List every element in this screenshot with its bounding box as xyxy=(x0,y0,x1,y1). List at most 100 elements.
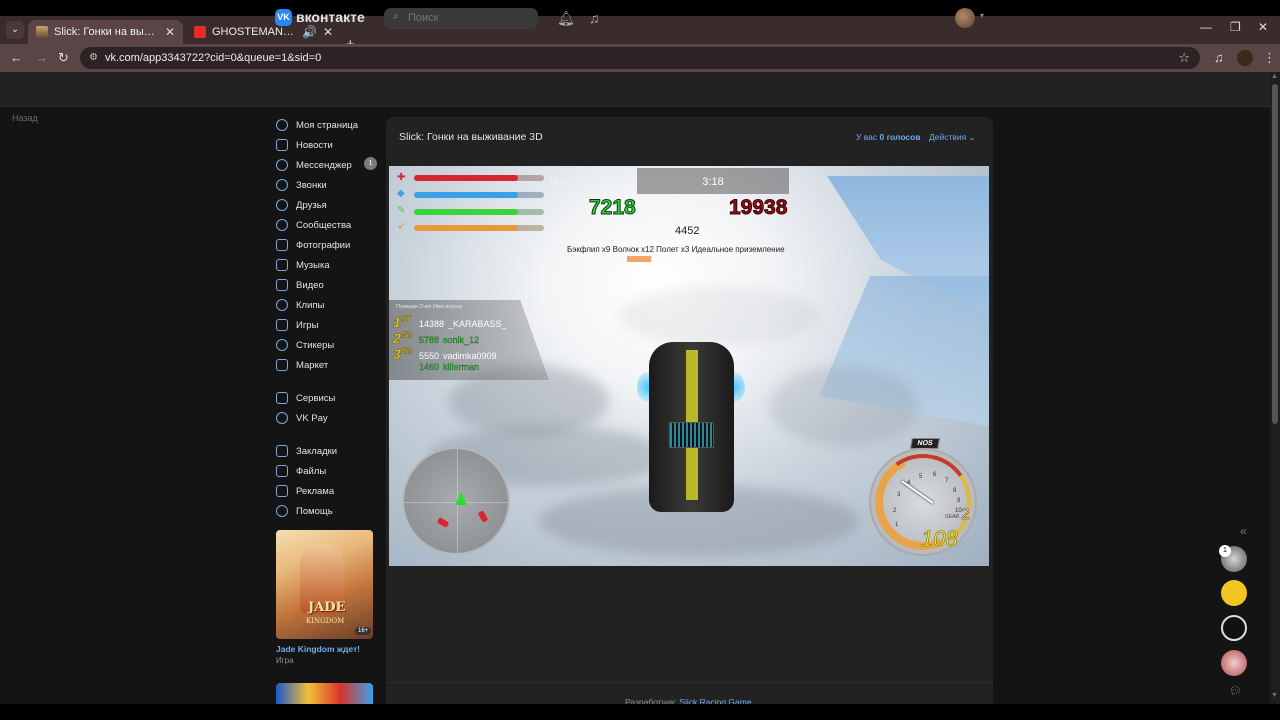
browser-toolbar: ← → ↻ ⚙ vk.com/app3343722?cid=0&queue=1&… xyxy=(0,44,1280,72)
health-bar-fill xyxy=(414,175,518,181)
screen: ⌄ Slick: Гонки на выживание 3D ✕ GHOSTEM… xyxy=(0,0,1280,720)
search-input[interactable] xyxy=(384,8,538,29)
scroll-down-icon[interactable]: ▼ xyxy=(1271,692,1278,699)
menu-item-games[interactable]: Игры xyxy=(276,316,380,334)
minimize-icon[interactable]: — xyxy=(1200,20,1212,34)
actions-dropdown[interactable]: Действия ⌄ xyxy=(929,132,976,143)
leaderboard-row: 1ST 14388 _KARABASS_ xyxy=(393,314,507,331)
media-control-icon[interactable]: ♫ xyxy=(1214,50,1224,65)
menu-item-vkpay[interactable]: VK Pay xyxy=(276,409,380,427)
url-text: vk.com/app3343722?cid=0&queue=1&sid=0 xyxy=(105,52,322,64)
vk-brand[interactable]: вконтакте xyxy=(296,9,365,25)
gamepad-icon xyxy=(276,319,288,331)
menu-item-label: Сообщества xyxy=(296,219,352,231)
health-cross-icon: ✚ xyxy=(397,172,406,183)
votes-prefix: У вас xyxy=(856,132,880,142)
menu-item-video[interactable]: Видео xyxy=(276,276,380,294)
site-info-icon[interactable]: ⚙ xyxy=(89,47,98,69)
menu-item-friends[interactable]: Друзья xyxy=(276,196,380,214)
menu-item-services[interactable]: Сервисы xyxy=(276,389,380,407)
speed-value: 108 xyxy=(921,526,958,552)
menu-item-ads[interactable]: Реклама xyxy=(276,482,380,500)
menu-item-label: Реклама xyxy=(296,485,335,497)
game-canvas[interactable]: ✚ ◆ ✎ ➶ 18pm 3:18 7218 19938 4452 Бэкфли… xyxy=(389,166,989,566)
menu-item-my-page[interactable]: Моя страница xyxy=(276,116,380,134)
shopping-bag-icon xyxy=(276,359,288,371)
ad-banner-jade-kingdom[interactable]: JADE KINGDOM 16+ xyxy=(276,530,373,639)
bookmark-star-icon[interactable]: ☆ xyxy=(1178,47,1190,69)
browser-menu-icon[interactable]: ⋮ xyxy=(1263,50,1276,66)
vk-logo-icon[interactable]: VK xyxy=(275,9,292,26)
leaderboard-row: 2ND 5788 sonik_12 xyxy=(393,330,479,347)
tricks-text: Бэкфлип x9 Волчок x12 Полет x3 Идеальное… xyxy=(567,245,785,254)
restore-icon[interactable]: ❐ xyxy=(1230,20,1241,34)
chat-avatar[interactable] xyxy=(1221,615,1247,641)
communities-icon xyxy=(276,219,288,231)
back-link[interactable]: Назад xyxy=(12,113,38,123)
menu-item-stickers[interactable]: Стикеры xyxy=(276,336,380,354)
dial-number: 6 xyxy=(933,472,937,478)
menu-item-label: Клипы xyxy=(296,299,325,311)
menu-item-label: Звонки xyxy=(296,179,327,191)
leaderboard-score: 5550 xyxy=(419,351,440,361)
tab-active[interactable]: Slick: Гонки на выживание 3D ✕ xyxy=(28,20,183,44)
scrollbar-thumb[interactable] xyxy=(1272,84,1278,424)
avatar[interactable] xyxy=(955,8,975,28)
collapse-chevrons-icon[interactable]: « xyxy=(1240,524,1247,538)
close-icon[interactable]: ✕ xyxy=(165,25,175,39)
vkpay-icon xyxy=(276,412,288,424)
letterbox-bottom xyxy=(0,704,1280,720)
news-icon xyxy=(276,139,288,151)
letterbox-top xyxy=(0,0,1280,16)
menu-item-photos[interactable]: Фотографии xyxy=(276,236,380,254)
menu-item-help[interactable]: Помощь xyxy=(276,502,380,520)
bell-icon[interactable]: 🔔︎ xyxy=(557,10,575,27)
menu-item-communities[interactable]: Сообщества xyxy=(276,216,380,234)
leaderboard-row: 3RD 5550 vadimka0909 xyxy=(393,346,497,363)
window-close-icon[interactable]: ✕ xyxy=(1258,20,1268,34)
profile-avatar-icon[interactable] xyxy=(1237,50,1253,66)
reload-icon[interactable]: ↻ xyxy=(58,50,69,66)
messenger-unread-badge: 1 xyxy=(364,157,377,170)
score-green: 7218 xyxy=(589,196,637,220)
chevron-down-icon[interactable]: ▾ xyxy=(980,11,984,20)
gear-value: 2 xyxy=(961,506,970,524)
chat-bubble-icon[interactable]: 💬︎ xyxy=(1229,686,1242,697)
menu-item-news[interactable]: Новости xyxy=(276,136,380,154)
menu-item-market[interactable]: Маркет xyxy=(276,356,380,374)
menu-item-calls[interactable]: Звонки xyxy=(276,176,380,194)
ad-title[interactable]: Jade Kingdom ждет! xyxy=(276,644,360,654)
chat-avatar[interactable] xyxy=(1221,650,1247,676)
nitro-bar xyxy=(414,209,544,215)
votes-link[interactable]: У вас 0 голосов xyxy=(856,132,921,142)
menu-item-label: Помощь xyxy=(296,505,333,517)
back-arrow-icon[interactable]: ← xyxy=(10,50,23,65)
game-favicon-icon xyxy=(36,26,48,38)
music-note-icon[interactable]: ♫ xyxy=(589,10,600,26)
leaderboard-name: vadimka0909 xyxy=(443,351,497,361)
file-icon xyxy=(276,465,288,477)
ad-banner-second[interactable] xyxy=(276,683,373,704)
page-scrollbar[interactable]: ▲ ▼ xyxy=(1270,72,1280,704)
actions-label: Действия xyxy=(929,132,967,142)
scroll-up-icon[interactable]: ▲ xyxy=(1271,73,1278,80)
menu-item-clips[interactable]: Клипы xyxy=(276,296,380,314)
menu-item-label: Музыка xyxy=(296,259,330,271)
chat-avatar[interactable] xyxy=(1221,580,1247,606)
speaker-icon[interactable]: 🔊 xyxy=(302,25,317,39)
player-arrow-icon xyxy=(455,492,467,505)
dial-number: 3 xyxy=(897,492,901,498)
menu-item-bookmarks[interactable]: Закладки xyxy=(276,442,380,460)
ad-art-subtitle: KINGDOM xyxy=(306,617,345,625)
address-bar[interactable]: ⚙ vk.com/app3343722?cid=0&queue=1&sid=0 … xyxy=(80,47,1200,69)
close-icon[interactable]: ✕ xyxy=(323,25,333,39)
menu-item-music[interactable]: Музыка xyxy=(276,256,380,274)
trick-progress-bar xyxy=(627,256,651,262)
age-rating-badge: 16+ xyxy=(355,627,372,635)
ammo-icon: ➶ xyxy=(397,221,406,232)
tab-search-button[interactable]: ⌄ xyxy=(6,21,24,39)
menu-item-files[interactable]: Файлы xyxy=(276,462,380,480)
score-red: 19938 xyxy=(728,196,788,220)
forward-arrow-icon[interactable]: → xyxy=(35,50,48,65)
menu-item-label: Новости xyxy=(296,139,333,151)
